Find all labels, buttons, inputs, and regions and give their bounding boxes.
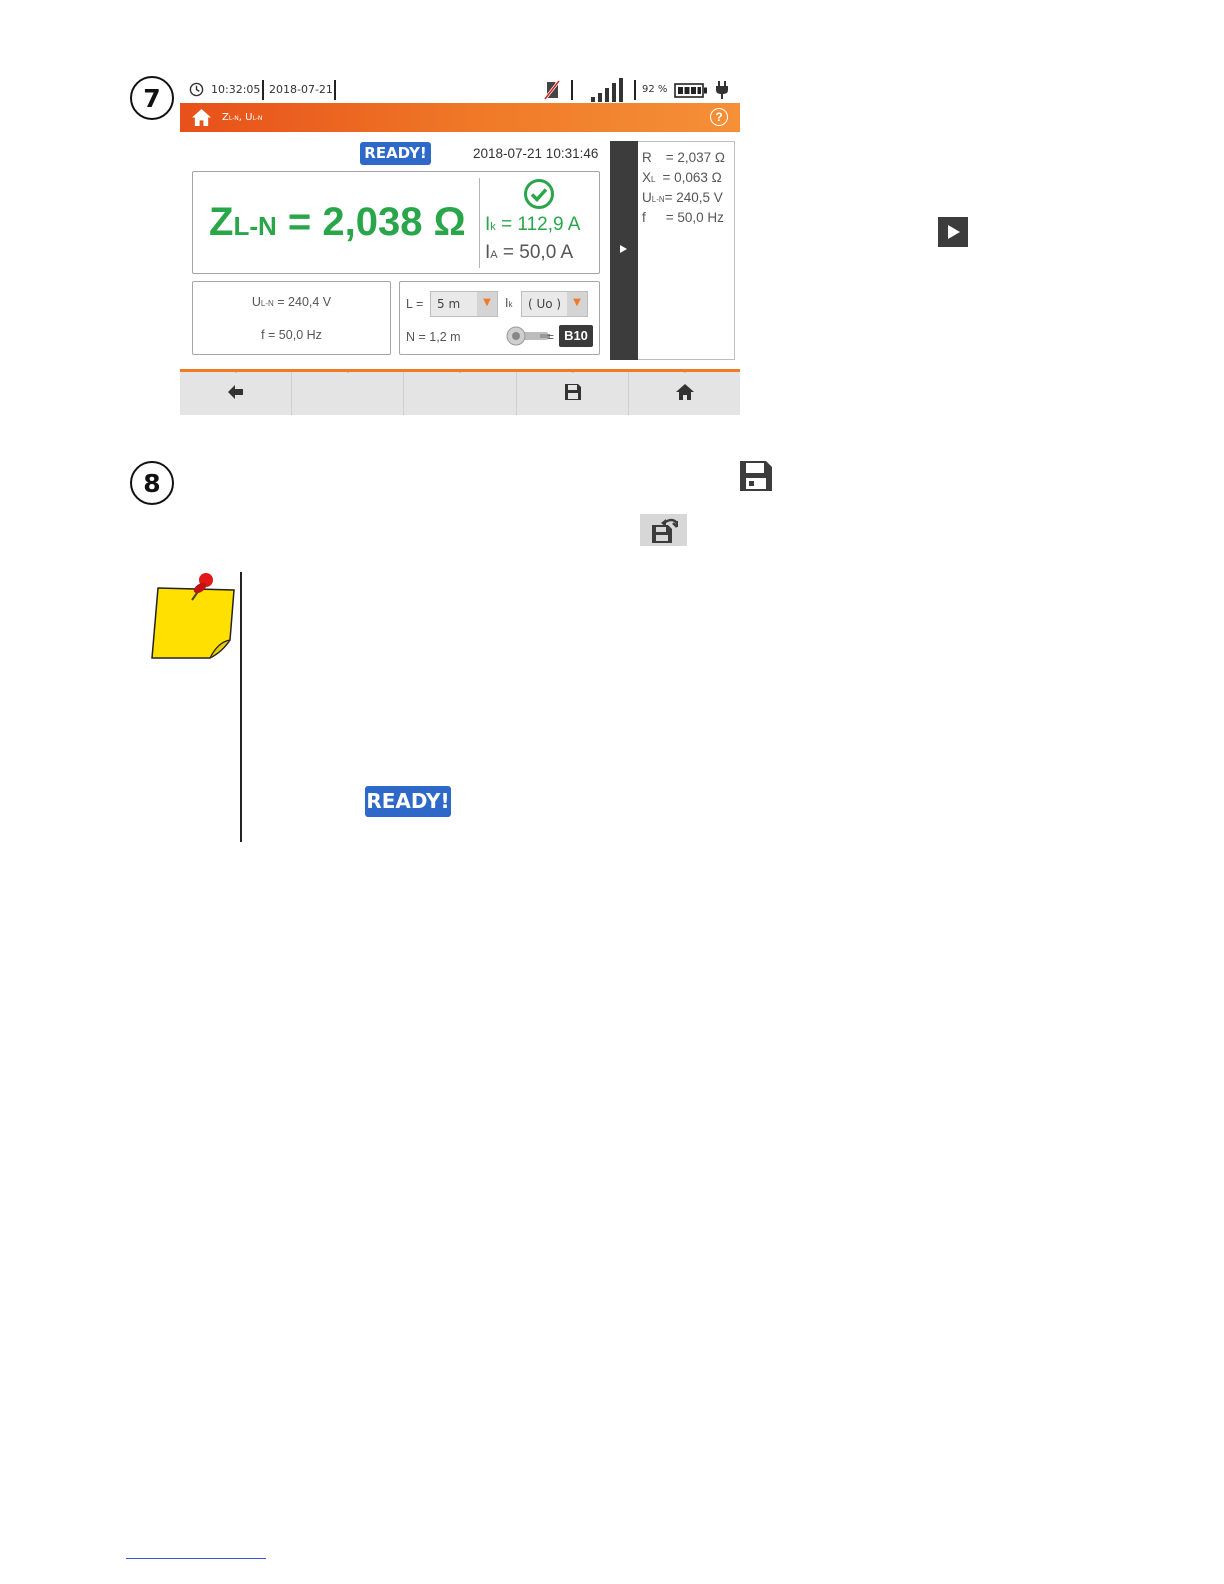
fuse-type-button[interactable]: B10 xyxy=(559,325,593,347)
step-number-8: 8 xyxy=(130,461,174,505)
function-title: ZL-N, UL-N xyxy=(222,112,263,123)
length-value: 5 m xyxy=(437,297,461,311)
side-u-row: UL-N= 240,5 V xyxy=(642,190,723,205)
save-return-button xyxy=(640,514,687,546)
power-plug-icon xyxy=(716,81,728,99)
dropdown-arrow-icon: ▼ xyxy=(567,292,587,316)
battery-percent: 92 % xyxy=(642,84,668,95)
ia-result: IA = 50,0 A xyxy=(485,242,574,263)
bottom-toolbar xyxy=(180,369,740,415)
home-icon xyxy=(676,384,694,400)
measurement-timestamp: 2018-07-21 10:31:46 xyxy=(473,146,599,161)
back-arrow-icon xyxy=(228,385,243,399)
result-divider xyxy=(479,178,480,268)
ik-setting-label: Ik xyxy=(505,296,513,310)
home-button[interactable] xyxy=(629,369,740,415)
clock-icon xyxy=(189,82,204,97)
back-button[interactable] xyxy=(180,369,292,415)
side-panel-toggle[interactable] xyxy=(610,141,638,360)
length-select[interactable]: 5 m ▼ xyxy=(430,291,498,317)
toolbar-empty-button-3[interactable] xyxy=(404,369,517,415)
title-bar: ZL-N, UL-N ? xyxy=(180,103,740,132)
status-time: 10:32:05 xyxy=(211,83,261,96)
floppy-disk-icon xyxy=(740,461,772,491)
save-button[interactable] xyxy=(517,369,629,415)
home-icon[interactable] xyxy=(191,108,212,127)
help-button[interactable]: ? xyxy=(710,108,728,126)
ik-result: Ik = 112,9 A xyxy=(485,214,581,235)
save-return-icon xyxy=(652,518,678,543)
footer-rule xyxy=(126,1558,266,1559)
status-separator xyxy=(634,80,636,100)
side-results-panel: R = 2,037 Ω XL = 0,063 Ω UL-N= 240,5 V f = … xyxy=(638,141,735,360)
voltage-frequency-panel: UL-N = 240,4 V f = 50,0 Hz xyxy=(192,281,391,355)
frequency-reading: f = 50,0 Hz xyxy=(261,328,322,342)
main-result-panel: ZL-N = 2,038 Ω Ik = 112,9 A IA = 50,0 A xyxy=(192,171,600,274)
ready-badge: READY! xyxy=(365,786,451,817)
length-label: L = xyxy=(406,297,424,311)
meter-screen: 10:32:05 2018-07-21 92 % ZL-N, UL-N ? RE… xyxy=(180,76,740,415)
voltage-reading: UL-N = 240,4 V xyxy=(251,295,332,309)
ik-select-value: ( Uo ) xyxy=(528,297,562,311)
settings-panel: L = 5 m ▼ Ik ( Uo ) ▼ N = 1,2 m = B10 xyxy=(399,281,600,355)
fuse-icon xyxy=(506,326,550,346)
side-xl-row: XL = 0,063 Ω xyxy=(642,170,722,185)
expand-arrow-icon xyxy=(620,245,627,253)
floppy-disk-icon xyxy=(565,384,581,400)
sticky-note-icon xyxy=(151,573,235,659)
signal-strength-icon xyxy=(591,78,623,102)
play-expand-icon xyxy=(938,217,968,247)
ik-select[interactable]: ( Uo ) ▼ xyxy=(521,291,588,317)
status-date: 2018-07-21 xyxy=(269,83,333,96)
zln-result: ZL-N = 2,038 Ω xyxy=(209,200,466,244)
status-separator xyxy=(262,80,264,100)
pass-check-icon xyxy=(524,179,554,209)
step-number-7: 7 xyxy=(130,76,174,120)
side-f-row: f = 50,0 Hz xyxy=(642,210,724,225)
status-bar: 10:32:05 2018-07-21 92 % xyxy=(180,76,740,103)
battery-icon xyxy=(674,83,707,98)
n-length-label: N = 1,2 m xyxy=(406,330,461,344)
side-r-row: R = 2,037 Ω xyxy=(642,150,726,165)
fuse-equals: = xyxy=(547,330,555,344)
dropdown-arrow-icon: ▼ xyxy=(477,292,497,316)
status-separator xyxy=(571,80,573,100)
note-divider xyxy=(240,572,242,842)
status-separator xyxy=(334,80,336,100)
ready-badge: READY! xyxy=(360,142,431,165)
toolbar-empty-button-2[interactable] xyxy=(292,369,404,415)
sd-card-disabled-icon xyxy=(544,80,560,100)
